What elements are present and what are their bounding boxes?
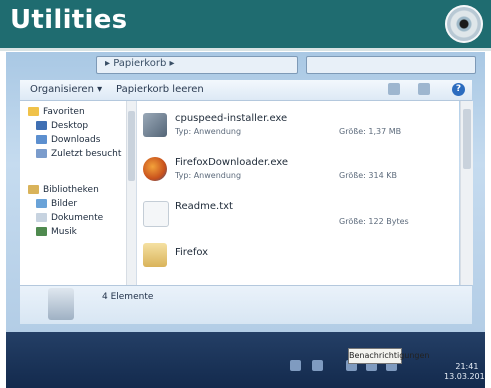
nav-item-music[interactable]: Musik — [36, 227, 77, 237]
details-pane: 4 Elemente — [20, 285, 472, 324]
navigation-pane: Favoriten Desktop Downloads Zuletzt besu… — [20, 101, 137, 285]
clock-time: 21:41 — [455, 362, 479, 371]
file-type: Typ: Anwendung — [175, 127, 242, 136]
file-name: Firefox — [175, 247, 209, 258]
file-name: cpuspeed-installer.exe — [175, 113, 288, 124]
firefox-icon — [143, 157, 167, 181]
nav-item-documents[interactable]: Dokumente — [36, 213, 103, 223]
cd-icon — [445, 5, 483, 43]
nav-scrollbar[interactable] — [126, 101, 136, 285]
content-scrollbar[interactable] — [460, 101, 473, 285]
address-bar[interactable]: ▸ Papierkorb ▸ — [96, 56, 298, 74]
header-banner: Utilities — [0, 0, 491, 48]
installer-icon — [143, 113, 167, 137]
nav-item-downloads[interactable]: Downloads — [36, 135, 100, 145]
documents-icon — [36, 213, 47, 222]
file-item[interactable]: cpuspeed-installer.exe Typ: Anwendung Gr… — [143, 109, 453, 149]
star-icon — [28, 107, 39, 116]
header-divider — [0, 48, 491, 51]
file-name: FirefoxDownloader.exe — [175, 157, 289, 168]
preview-pane-icon[interactable] — [418, 83, 430, 95]
file-item[interactable]: Readme.txt Größe: 122 Bytes — [143, 197, 453, 237]
clock-date: 13.03.2012 — [444, 372, 485, 381]
pictures-icon — [36, 199, 47, 208]
downloads-icon — [36, 135, 47, 144]
address-text: ▸ Papierkorb ▸ — [105, 58, 175, 69]
item-count: 4 Elemente — [102, 292, 154, 302]
text-file-icon — [143, 201, 169, 227]
content-scroll-thumb[interactable] — [463, 109, 471, 169]
toolbar: Organisieren ▾ Papierkorb leeren ? — [20, 80, 472, 101]
recent-places-icon — [36, 149, 47, 158]
taskbar-clock[interactable]: 21:41 13.03.2012 — [444, 362, 485, 382]
file-item[interactable]: Firefox — [143, 239, 453, 279]
tray-arrow-icon[interactable] — [312, 360, 323, 371]
file-size: Größe: 122 Bytes — [339, 217, 409, 226]
taskbar — [6, 332, 485, 388]
explorer-window: ▸ Papierkorb ▸ Organisieren ▾ Papierkorb… — [6, 52, 485, 332]
folder-icon — [143, 243, 167, 267]
file-type: Typ: Anwendung — [175, 171, 242, 180]
help-icon[interactable]: ? — [452, 83, 465, 96]
file-size: Größe: 314 KB — [339, 171, 397, 180]
search-input[interactable] — [306, 56, 476, 74]
nav-item-desktop[interactable]: Desktop — [36, 121, 88, 131]
nav-item-pictures[interactable]: Bilder — [36, 199, 77, 209]
libraries-icon — [28, 185, 39, 194]
file-item[interactable]: FirefoxDownloader.exe Typ: Anwendung Grö… — [143, 153, 453, 193]
tray-app-icon[interactable] — [290, 360, 301, 371]
recycle-bin-icon — [48, 288, 74, 320]
music-icon — [36, 227, 47, 236]
screenshot-area: ▸ Papierkorb ▸ Organisieren ▾ Papierkorb… — [6, 52, 485, 388]
tray-tooltip: Benachrichtigungen — [348, 348, 429, 364]
empty-bin-button[interactable]: Papierkorb leeren — [116, 84, 204, 95]
nav-item-recent[interactable]: Zuletzt besucht — [36, 149, 121, 159]
file-name: Readme.txt — [175, 201, 233, 212]
page-title: Utilities — [10, 5, 128, 35]
file-list: cpuspeed-installer.exe Typ: Anwendung Gr… — [137, 101, 459, 285]
file-size: Größe: 1,37 MB — [339, 127, 402, 136]
nav-scroll-thumb[interactable] — [128, 111, 135, 181]
desktop-icon — [36, 121, 47, 130]
organize-button[interactable]: Organisieren ▾ — [30, 84, 102, 95]
nav-item-libraries[interactable]: Bibliotheken — [28, 185, 99, 195]
view-options-icon[interactable] — [388, 83, 400, 95]
nav-item-favorites[interactable]: Favoriten — [28, 107, 85, 117]
